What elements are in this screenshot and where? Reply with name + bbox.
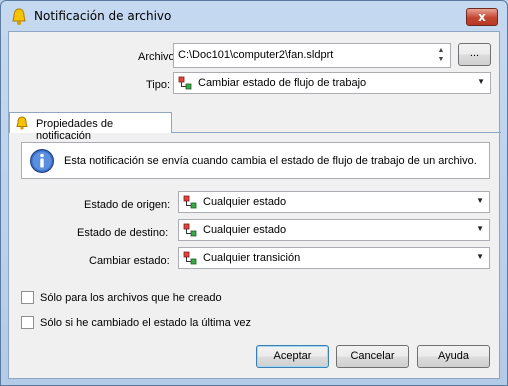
checkbox-own-files[interactable] xyxy=(21,291,34,304)
estado-destino-select[interactable]: Cualquier estado ▼ xyxy=(178,219,490,241)
browse-button[interactable]: ... xyxy=(458,43,491,66)
archivo-value: C:\Doc101\computer2\fan.sldprt xyxy=(178,49,334,61)
archivo-label: Archivo: xyxy=(138,51,178,63)
chevron-down-icon[interactable]: ▼ xyxy=(476,224,484,233)
workflow-state-icon xyxy=(183,195,197,209)
info-icon xyxy=(30,149,54,173)
bell-icon xyxy=(12,8,26,25)
notification-dialog: Notificación de archivo x Archivo: C:\Do… xyxy=(0,0,508,386)
cambiar-estado-value: Cualquier transición xyxy=(203,252,301,264)
cancel-button[interactable]: Cancelar xyxy=(336,345,409,368)
estado-destino-label: Estado de destino: xyxy=(77,227,169,239)
tipo-select[interactable]: Cambiar estado de flujo de trabajo ▼ xyxy=(173,72,491,94)
accept-button[interactable]: Aceptar xyxy=(256,345,329,368)
workflow-state-icon xyxy=(178,76,192,90)
cambiar-estado-select[interactable]: Cualquier transición ▼ xyxy=(178,247,490,269)
tab-divider xyxy=(172,132,501,133)
estado-origen-value: Cualquier estado xyxy=(203,196,287,208)
close-icon: x xyxy=(478,10,486,24)
chevron-down-icon[interactable]: ▼ xyxy=(477,77,485,86)
archivo-field[interactable]: C:\Doc101\computer2\fan.sldprt ▲ ▼ xyxy=(173,43,451,68)
spin-arrows-icon[interactable]: ▲ ▼ xyxy=(434,46,448,66)
workflow-state-icon xyxy=(183,251,197,265)
close-button[interactable]: x xyxy=(466,8,498,26)
title-bar[interactable]: Notificación de archivo x xyxy=(1,1,507,31)
checkbox-own-files-label: Sólo para los archivos que he creado xyxy=(40,292,222,304)
chevron-down-icon[interactable]: ▼ xyxy=(476,196,484,205)
tab-label: Propiedades de notificación xyxy=(36,118,114,142)
tipo-value: Cambiar estado de flujo de trabajo xyxy=(198,77,367,89)
checkbox-last-changed[interactable] xyxy=(21,316,34,329)
workflow-state-icon xyxy=(183,223,197,237)
estado-origen-label: Estado de origen: xyxy=(84,199,171,211)
info-text: Esta notificación se envía cuando cambia… xyxy=(64,155,477,167)
tab-propiedades[interactable]: Propiedades de notificación xyxy=(9,112,172,142)
estado-origen-select[interactable]: Cualquier estado ▼ xyxy=(178,191,490,213)
chevron-down-icon[interactable]: ▼ xyxy=(476,252,484,261)
checkbox-last-changed-label: Sólo si he cambiado el estado la última … xyxy=(40,317,251,329)
help-button[interactable]: Ayuda xyxy=(417,345,490,368)
window-title: Notificación de archivo xyxy=(34,9,172,23)
dialog-body: Archivo: C:\Doc101\computer2\fan.sldprt … xyxy=(8,31,501,379)
tipo-label: Tipo: xyxy=(146,79,171,91)
info-box: Esta notificación se envía cuando cambia… xyxy=(21,142,490,179)
bell-icon xyxy=(16,116,28,130)
cambiar-estado-label: Cambiar estado: xyxy=(89,255,170,267)
estado-destino-value: Cualquier estado xyxy=(203,224,287,236)
